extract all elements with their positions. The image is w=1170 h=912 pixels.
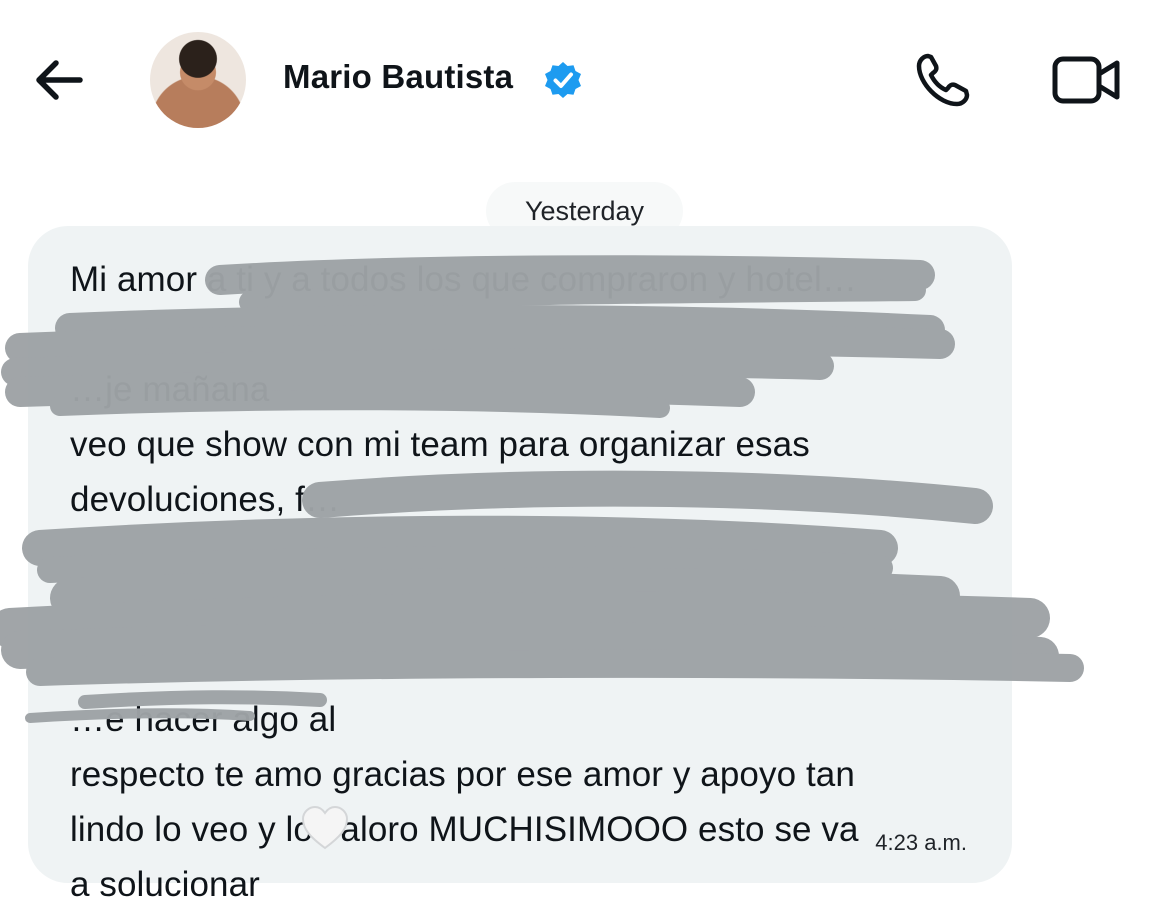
contact-name[interactable]: Mario Bautista (283, 58, 513, 96)
white-heart-icon (301, 805, 349, 850)
avatar[interactable] (150, 32, 246, 128)
message-text: Mi amor a ti y a todos los que compraron… (70, 260, 859, 904)
message-timestamp: 4:23 a.m. (875, 830, 967, 855)
phone-icon[interactable] (910, 50, 974, 110)
conversation-header: Mario Bautista (0, 0, 1170, 160)
video-camera-icon[interactable] (1050, 52, 1122, 108)
verified-badge-icon (545, 62, 581, 98)
message-bubble[interactable]: Mi amor a ti y a todos los que compraron… (28, 226, 1012, 904)
back-arrow-icon[interactable] (30, 50, 90, 110)
